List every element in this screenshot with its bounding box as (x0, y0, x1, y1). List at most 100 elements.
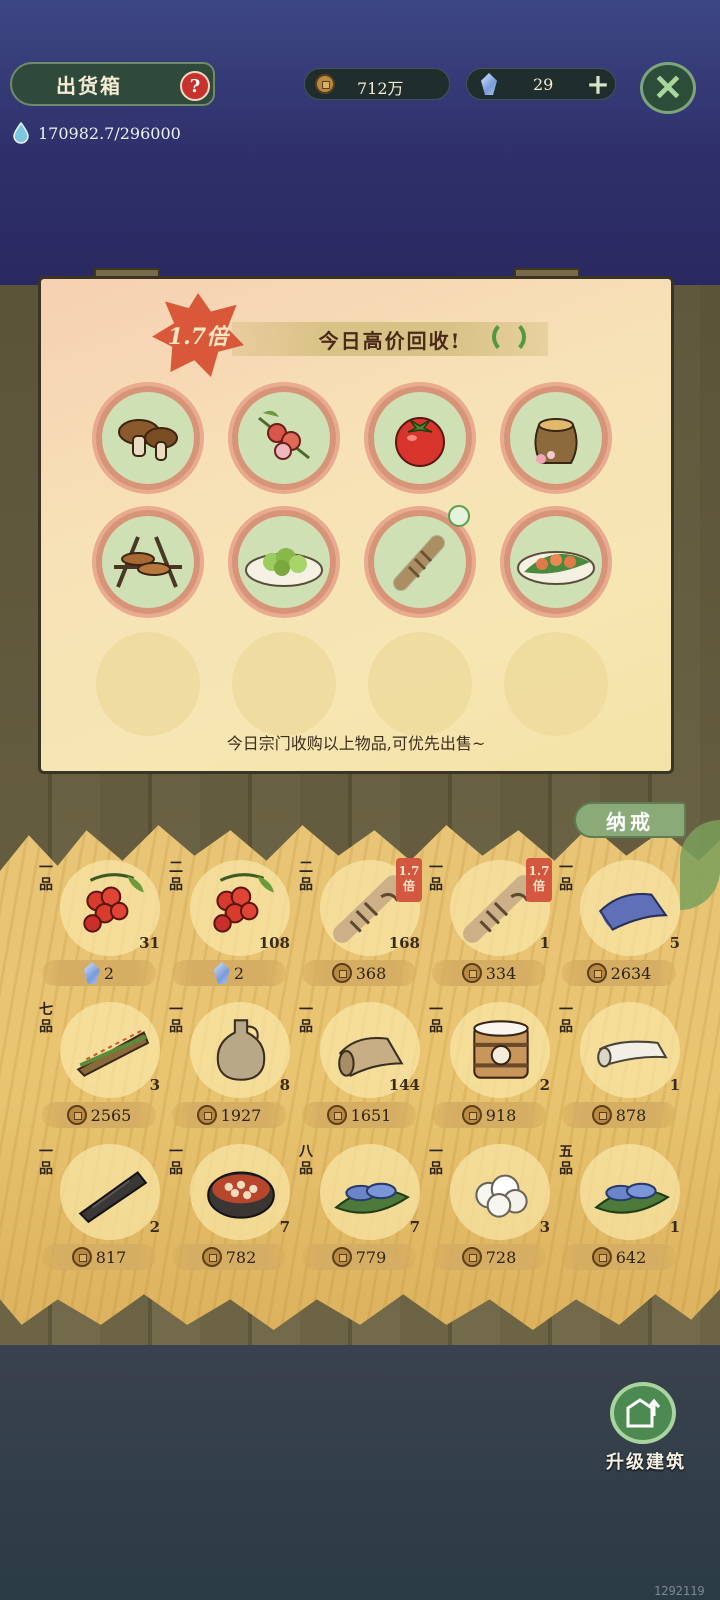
notice-slot-empty-2 (232, 632, 336, 736)
coin-icon (201, 1247, 222, 1267)
inventory-item[interactable]: 一品 8 1927 (166, 998, 292, 1130)
upgrade-building-button[interactable] (610, 1382, 676, 1444)
help-icon[interactable]: ? (180, 71, 210, 101)
item-price: 728 (432, 1244, 546, 1270)
cotton-icon (475, 1174, 528, 1218)
notice-slot-1[interactable] (96, 386, 200, 490)
item-price-value: 2634 (610, 963, 652, 983)
water-value: 170982.7/296000 (38, 123, 181, 143)
gem-icon (83, 962, 100, 984)
item-count: 1 (539, 934, 550, 952)
coin-icon (315, 74, 335, 94)
item-count: 7 (279, 1218, 290, 1236)
item-count: 5 (669, 934, 680, 952)
notice-slot-5[interactable] (96, 510, 200, 614)
item-price: 1651 (302, 1102, 416, 1128)
sliced-dish-icon (517, 551, 595, 585)
item-count: 2 (539, 1076, 550, 1094)
white-cloth-icon (597, 1040, 668, 1068)
item-grade: 一品 (39, 860, 53, 893)
coin-icon (196, 1105, 217, 1125)
notice-slot-6[interactable] (232, 510, 336, 614)
inventory-item[interactable]: 一品 2 918 (426, 998, 552, 1130)
item-price-value: 334 (485, 963, 517, 983)
charcoal-log-icon (78, 1171, 148, 1224)
tomato-icon (395, 417, 445, 467)
notice-slot-3[interactable] (368, 386, 472, 490)
blue-shrimp-icon (334, 1182, 410, 1214)
coin-value: 712万 (357, 79, 404, 98)
notice-slot-4[interactable] (504, 386, 608, 490)
tab-najie[interactable]: 纳戒 (574, 802, 686, 838)
build-id: 1292119 (654, 1584, 705, 1598)
item-count: 168 (388, 934, 420, 952)
item-price: 782 (172, 1244, 286, 1270)
berry-branch-icon (258, 410, 310, 460)
item-price-value: 2 (233, 963, 245, 983)
item-count: 108 (258, 934, 290, 952)
inventory-item[interactable]: 一品 2 817 (36, 1140, 162, 1272)
coin-icon (591, 1105, 612, 1125)
item-count: 1 (669, 1218, 680, 1236)
notice-slot-8[interactable] (504, 510, 608, 614)
item-price-value: 2565 (90, 1105, 132, 1125)
add-gem-button[interactable]: + (580, 68, 616, 101)
coin-icon (326, 1105, 347, 1125)
item-grade: 二品 (299, 860, 313, 893)
refresh-icon[interactable] (492, 320, 526, 354)
item-count: 2 (149, 1218, 160, 1236)
inventory-item[interactable]: 一品 7 782 (166, 1140, 292, 1272)
item-price-value: 642 (615, 1247, 647, 1267)
item-grade: 一品 (559, 1002, 573, 1035)
coin-icon (71, 1247, 92, 1267)
item-price-value: 918 (485, 1105, 517, 1125)
inventory-item[interactable]: 二品 108 2 (166, 856, 292, 988)
multiplier-text: 1.7倍 (167, 324, 229, 350)
item-price: 334 (432, 960, 546, 986)
item-grade: 一品 (169, 1144, 183, 1177)
upgrade-building-label: 升级建筑 (606, 1452, 686, 1473)
inventory-item[interactable]: 一品 5 2634 (556, 856, 682, 988)
item-price-value: 779 (355, 1247, 387, 1267)
twine-bundle-icon (393, 535, 445, 591)
inventory-item[interactable]: 一品 1 878 (556, 998, 682, 1130)
gem-icon (481, 73, 497, 95)
item-price-value: 878 (615, 1105, 647, 1125)
inventory-item[interactable]: 七品 3 2565 (36, 998, 162, 1130)
inventory-item[interactable]: 一品 31 2 (36, 856, 162, 988)
item-price: 2565 (42, 1102, 156, 1128)
item-grade: 一品 (169, 1002, 183, 1035)
item-price-value: 1927 (220, 1105, 262, 1125)
coin-icon (591, 1247, 612, 1267)
notice-slot-2[interactable] (232, 386, 336, 490)
item-price-value: 2 (103, 963, 115, 983)
inventory-item[interactable]: 一品 144 1651 (296, 998, 422, 1130)
item-price: 817 (42, 1244, 156, 1270)
blue-shrimp-icon (594, 1182, 670, 1214)
item-grade: 七品 (39, 1002, 53, 1035)
item-price: 2634 (562, 960, 676, 986)
notice-footer: 今日宗门收购以上物品,可优先出售~ (226, 734, 486, 753)
inventory-item[interactable]: 五品 1 642 (556, 1140, 682, 1272)
inventory-item[interactable]: 二品 168 1.7 倍 368 (296, 856, 422, 988)
item-grade: 八品 (299, 1144, 313, 1177)
item-price: 1927 (172, 1102, 286, 1128)
inventory-item[interactable]: 一品 1 1.7 倍 334 (426, 856, 552, 988)
item-grade: 一品 (39, 1144, 53, 1177)
inventory-item[interactable]: 八品 7 779 (296, 1140, 422, 1272)
notice-banner-text: 今日高价回收! (318, 328, 462, 353)
notice-slot-empty-1 (96, 632, 200, 736)
coin-icon (586, 963, 607, 983)
item-count: 3 (539, 1218, 550, 1236)
item-count: 31 (139, 934, 160, 952)
item-count: 3 (149, 1076, 160, 1094)
gem-icon (213, 962, 230, 984)
item-grade: 一品 (299, 1002, 313, 1035)
item-price: 368 (302, 960, 416, 986)
item-multiplier-tag: 1.7 倍 (396, 858, 422, 902)
item-count: 7 (409, 1218, 420, 1236)
inventory-item[interactable]: 一品 3 728 (426, 1140, 552, 1272)
water-drop-icon (13, 122, 29, 144)
close-button[interactable]: ✕ (640, 62, 696, 114)
pottery-jar-icon (534, 418, 578, 464)
